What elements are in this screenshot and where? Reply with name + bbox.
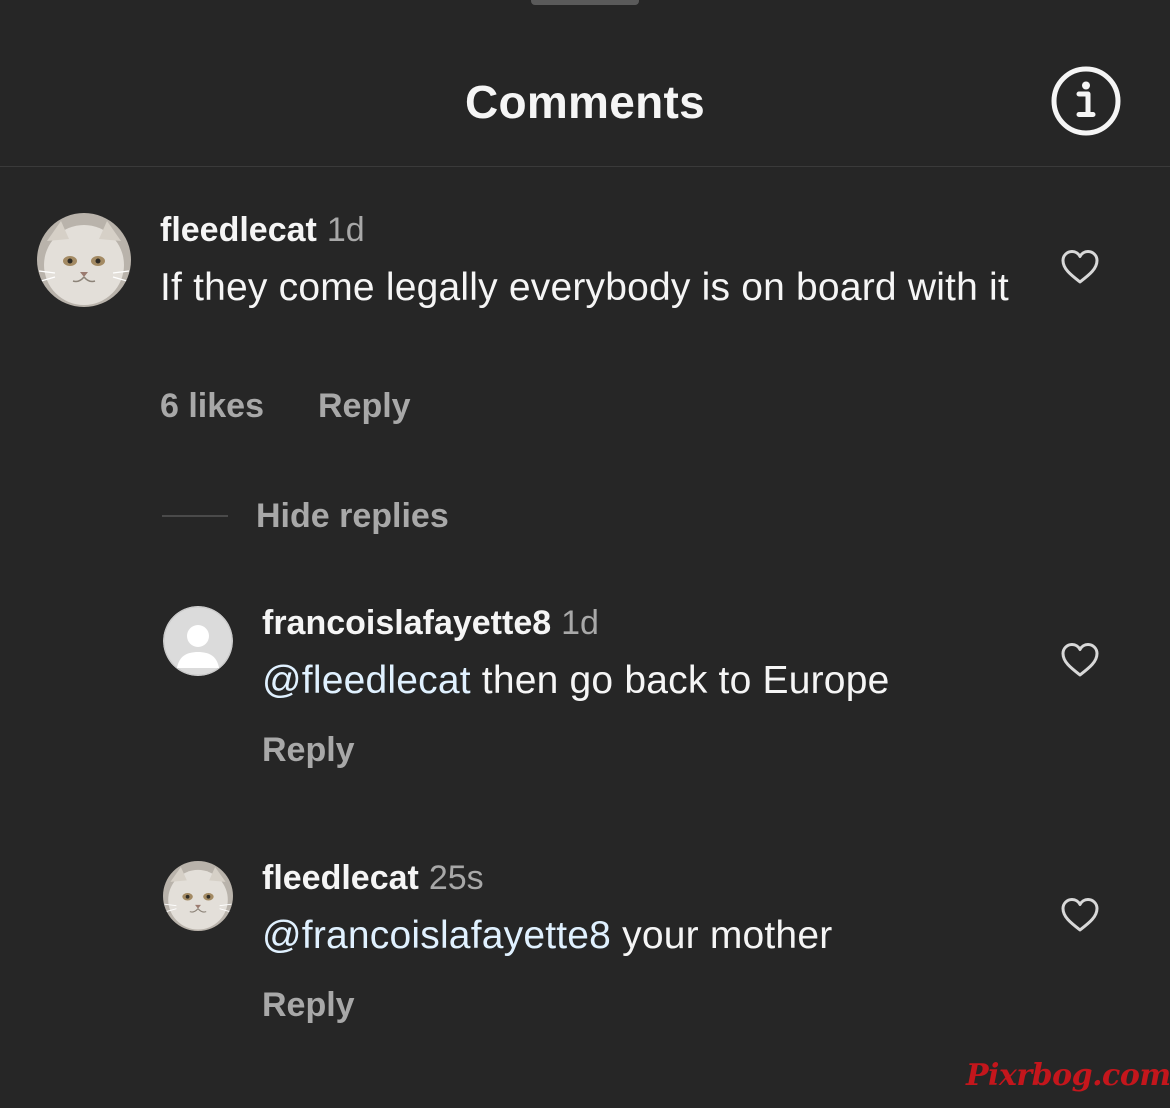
- comment-text: If they come legally everybody is on boa…: [160, 266, 1009, 309]
- cat-avatar-icon: [37, 213, 131, 307]
- page-title: Comments: [464, 76, 706, 128]
- comment-timestamp: 1d: [326, 211, 365, 249]
- info-icon: [1051, 66, 1121, 136]
- default-user-avatar-icon: [163, 606, 233, 676]
- like-button[interactable]: [1060, 248, 1100, 286]
- like-button[interactable]: [1060, 641, 1100, 679]
- reply-button[interactable]: Reply: [262, 731, 355, 769]
- username[interactable]: fleedlecat: [160, 211, 317, 249]
- reply-author[interactable]: francoislafayette8 1d: [262, 603, 599, 643]
- mention-link[interactable]: @fleedlecat: [262, 659, 471, 702]
- hide-replies-label: Hide replies: [256, 497, 449, 535]
- heart-outline-icon: [1061, 643, 1099, 677]
- info-button[interactable]: [1050, 65, 1122, 137]
- reply-actions: Reply: [262, 985, 355, 1025]
- reply-author[interactable]: fleedlecat 25s: [262, 858, 484, 898]
- reply-body: your mother: [611, 914, 833, 957]
- reply-button[interactable]: Reply: [262, 986, 355, 1024]
- avatar[interactable]: [163, 861, 233, 931]
- avatar[interactable]: [163, 606, 233, 676]
- username[interactable]: francoislafayette8: [262, 604, 551, 642]
- comment-actions: 6 likes Reply: [160, 386, 411, 426]
- reply-body: then go back to Europe: [470, 659, 890, 702]
- reply-text: @francoislafayette8 your mother: [262, 912, 1042, 960]
- avatar[interactable]: [37, 213, 131, 307]
- heart-outline-icon: [1061, 250, 1099, 284]
- cat-avatar-icon: [163, 861, 233, 931]
- likes-count[interactable]: 6 likes: [160, 387, 264, 425]
- divider-line: [162, 515, 228, 517]
- reply-timestamp: 1d: [561, 604, 599, 642]
- mention-link[interactable]: @francoislafayette8: [262, 914, 611, 957]
- reply-text: @fleedlecat then go back to Europe: [262, 657, 1042, 705]
- reply-actions: Reply: [262, 730, 355, 770]
- username[interactable]: fleedlecat: [262, 859, 419, 897]
- like-button[interactable]: [1060, 896, 1100, 934]
- comment-author[interactable]: fleedlecat 1d: [160, 210, 365, 250]
- reply-button[interactable]: Reply: [318, 387, 411, 425]
- comments-header: Comments: [0, 0, 1170, 167]
- watermark: Pixrbog.com: [966, 1058, 1170, 1093]
- heart-outline-icon: [1061, 898, 1099, 932]
- reply-timestamp: 25s: [428, 859, 484, 897]
